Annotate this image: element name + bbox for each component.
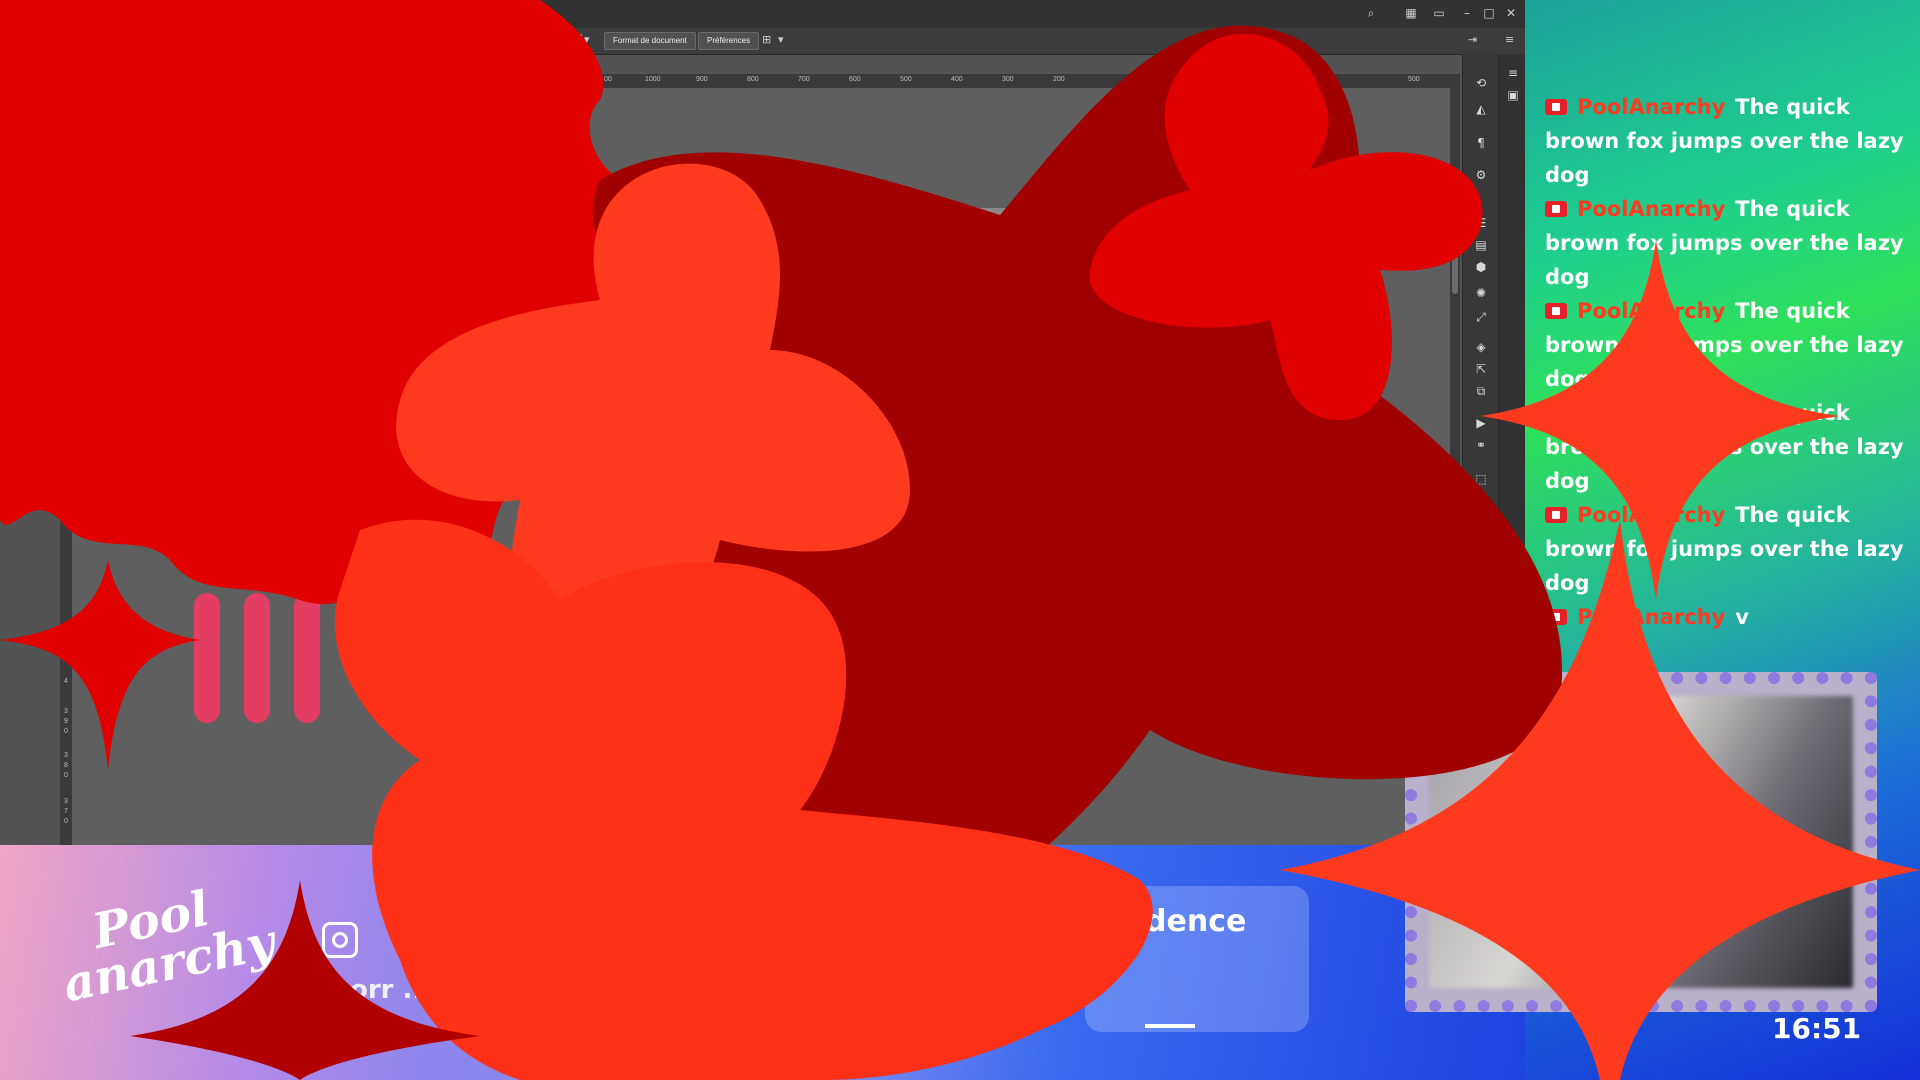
ruler-tick: 3 [64,752,68,759]
ruler-tick: 00 [604,76,612,83]
chat-list: PoolAnarchy The quick brown fox jumps ove… [1545,90,1905,634]
brush-settings-icon[interactable]: ◭ [1471,100,1491,118]
canvas-bar-shape[interactable] [294,593,320,723]
shapes-icon[interactable]: ⬢ [1471,258,1491,276]
maximize-button[interactable]: □ [1478,4,1500,22]
chevron-down-icon[interactable]: ▾ [778,33,784,46]
document-canvas[interactable] [592,208,1312,528]
ruler-tick: 500 [1408,76,1420,83]
chat-username: PoolAnarchy [1577,95,1726,119]
chevron-down-icon[interactable]: ▾ [584,33,590,46]
history-icon[interactable]: ⟲ [1471,74,1491,92]
ruler-tick: 0 [64,818,68,825]
info-card-title: dence [1145,904,1247,939]
arrange-icon[interactable]: ▭ [1428,4,1450,22]
chat-message: PoolAnarchy The quick brown fox jumps ove… [1545,498,1905,600]
search-icon[interactable]: ⌕ [1360,4,1382,22]
ruler-tick: 700 [798,76,810,83]
scrollbar-thumb[interactable] [1452,234,1458,294]
gradient-icon[interactable]: ▤ [1471,236,1491,254]
ruler-tick: 7 [64,808,68,815]
camera-icon [1545,507,1567,523]
selection-icon[interactable]: ⬚ [1471,470,1491,488]
camera-icon [1545,99,1567,115]
chat-message: PoolAnarchy v [1545,600,1905,634]
align-panel-icon[interactable]: ☰ [1471,214,1491,232]
doc-format-button[interactable]: Format de document [604,32,696,50]
actions-icon[interactable]: ▶ [1471,414,1491,432]
adjustments-icon[interactable]: ≡ [1503,64,1523,82]
preferences-button[interactable]: Préférences [698,32,760,50]
style-label: yle : [540,34,557,44]
transform-icon[interactable]: ⤢ [1471,308,1491,326]
align-icon[interactable]: ⊞ [762,33,771,46]
library-icon[interactable]: ▣ [1503,86,1523,104]
info-card: dence [1085,886,1309,1032]
chat-message: PoolAnarchy The quick brown fox jumps ove… [1545,294,1905,396]
photoshop-window: ⌕ ▦ ▭ – □ ✕ yle : ▾ Format de document P… [0,0,1526,845]
ruler-tick: 500 [900,76,912,83]
ruler-tick: 900 [696,76,708,83]
canvas-bar-shape[interactable] [194,593,220,723]
banner-partial-text: orr ... p [350,975,460,1005]
camera-icon [1545,201,1567,217]
chat-text: v [1735,605,1749,629]
layers-icon[interactable]: ◈ [1471,338,1491,356]
workspace-icon[interactable]: ▦ [1400,4,1422,22]
canvas-area[interactable] [72,88,1450,845]
style-swatch[interactable] [566,34,582,50]
chat-username: PoolAnarchy [1577,197,1726,221]
ruler-tick: 0 [64,772,68,779]
chat-username: PoolAnarchy [1577,503,1726,527]
options-bar: yle : ▾ Format de document Préférences ⊞… [0,28,1525,55]
panel-toggle-icon[interactable]: ⇥ [1468,33,1477,46]
ruler-tick: 3 [64,798,68,805]
chat-username: PoolAnarchy [1577,299,1726,323]
title-bar: ⌕ ▦ ▭ – □ ✕ [0,0,1525,29]
ruler-tick: 800 [747,76,759,83]
canvas-bar-shape[interactable] [244,593,270,723]
ruler-tick: 400 [951,76,963,83]
chat-message: PoolAnarchy The quick brown fox jumps ove… [1545,396,1905,498]
menu-icon[interactable]: ≡ [1505,33,1514,46]
info-card-underline [1145,1024,1195,1028]
chat-message: PoolAnarchy The quick brown fox jumps ove… [1545,192,1905,294]
properties-icon[interactable]: ⚙ [1471,166,1491,184]
webcam-frame [1405,672,1877,1012]
artboard-icon[interactable]: ⧉ [1471,382,1491,400]
camera-icon [1545,609,1567,625]
link-icon[interactable]: ⚭ [1471,436,1491,454]
clock: 16:51 [1772,1012,1862,1045]
chat-username: PoolAnarchy [1577,605,1726,629]
close-button[interactable]: ✕ [1500,4,1522,22]
ruler-tick: 8 [64,762,68,769]
camera-icon [1545,303,1567,319]
webcam-feed [1429,696,1853,988]
ruler-tick: 3 [64,708,68,715]
ruler-tick: 600 [849,76,861,83]
paragraph-icon[interactable]: ¶ [1471,134,1491,152]
ruler-tick: 300 [1002,76,1014,83]
ruler-tick: 4 [64,678,68,685]
styles-icon[interactable]: ✺ [1471,284,1491,302]
ruler-tick: 0 [64,728,68,735]
ruler-tick: 1000 [645,76,661,83]
camera-icon [1545,405,1567,421]
chat-message: PoolAnarchy The quick brown fox jumps ove… [1545,90,1905,192]
ruler-vertical: 4 3 9 0 3 8 0 3 7 0 [60,88,72,845]
chat-username: PoolAnarchy [1577,401,1726,425]
instagram-icon [322,922,358,958]
ruler-horizontal: 00 1000 900 800 700 600 500 400 300 200 … [0,74,1450,89]
minimize-button[interactable]: – [1456,4,1478,22]
export-icon[interactable]: ⇱ [1471,360,1491,378]
ruler-tick: 200 [1053,76,1065,83]
ruler-tick: 9 [64,718,68,725]
